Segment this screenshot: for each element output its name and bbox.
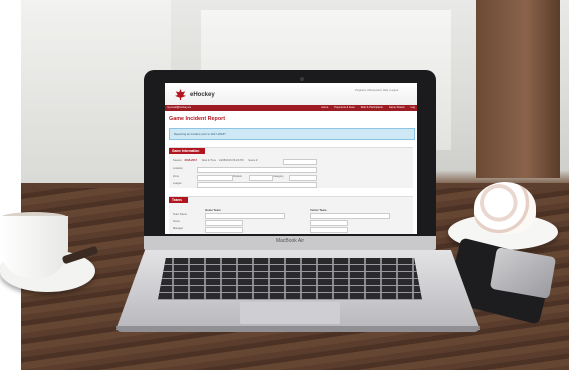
- nav-item-roles[interactable]: Role & Participants: [361, 106, 383, 109]
- trackpad: [240, 302, 340, 324]
- season-row: Season 2016-2017 Date & Time 14/08/2016 …: [173, 159, 257, 162]
- home-manager-input[interactable]: [205, 227, 243, 233]
- section-heading-game-info: Game Information: [169, 148, 206, 154]
- visitor-team-name-input[interactable]: [310, 213, 390, 219]
- league-input[interactable]: [197, 182, 317, 188]
- nav-item-payments[interactable]: Payments & Fees: [334, 106, 354, 109]
- site-logo[interactable]: eHockey: [190, 92, 215, 98]
- laptop-base-edge: [116, 326, 480, 332]
- info-banner: Reporting an incident prior to 2017-2018…: [169, 128, 415, 140]
- meringue: [474, 182, 536, 234]
- user-email: myemail@hockey.ca: [167, 106, 191, 109]
- nav-items: Home Payments & Fees Role & Participants…: [321, 106, 415, 109]
- home-score-input[interactable]: [205, 220, 243, 226]
- score-label: Score: [173, 220, 180, 223]
- location-input[interactable]: [197, 167, 317, 173]
- wooden-door: [476, 0, 560, 178]
- category-select[interactable]: [289, 175, 317, 181]
- coffee-cup: [0, 216, 68, 278]
- game-number-input[interactable]: [283, 159, 317, 165]
- page-title: Game Incident Report: [169, 116, 226, 122]
- division-select[interactable]: [249, 175, 273, 181]
- visitor-team-header: Visitor Team: [310, 208, 327, 212]
- home-team-header: Home Team: [205, 208, 221, 212]
- date-value[interactable]: 14/08/2016 06:24 PM: [219, 159, 244, 162]
- section-heading-teams: Teams: [169, 197, 188, 203]
- zone-label: Zone: [173, 175, 179, 178]
- info-message[interactable]: Reporting an incident prior to 2017-2018…: [174, 132, 226, 136]
- laptop-screen: eHockey Programs | Resources | Help | Lo…: [165, 83, 417, 234]
- visitor-score-input[interactable]: [310, 220, 348, 226]
- home-team-name-input[interactable]: [205, 213, 285, 219]
- location-label: Location: [173, 167, 183, 170]
- league-label: League: [173, 182, 182, 185]
- division-label: Division: [233, 175, 243, 178]
- webcam-icon: [300, 77, 304, 81]
- category-label: Category: [273, 175, 284, 178]
- nav-item-home[interactable]: Home: [321, 106, 328, 109]
- zone-select[interactable]: [197, 175, 233, 181]
- top-links[interactable]: Programs | Resources | Help | Logout: [355, 89, 398, 92]
- game-no-label: Game #: [248, 159, 258, 162]
- visitor-manager-input[interactable]: [310, 227, 348, 233]
- season-value: 2016-2017: [184, 159, 197, 162]
- laptop-brand: MacBook Air: [275, 238, 305, 244]
- nav-item-game-sheets[interactable]: Game Sheets: [389, 106, 405, 109]
- keyboard-rows: [158, 258, 422, 300]
- season-label: Season: [173, 159, 182, 162]
- manager-label: Manager: [173, 227, 184, 230]
- date-label: Date & Time: [201, 159, 216, 162]
- team-name-label: Team Name: [173, 213, 187, 216]
- nav-item-log[interactable]: Log: [411, 106, 415, 109]
